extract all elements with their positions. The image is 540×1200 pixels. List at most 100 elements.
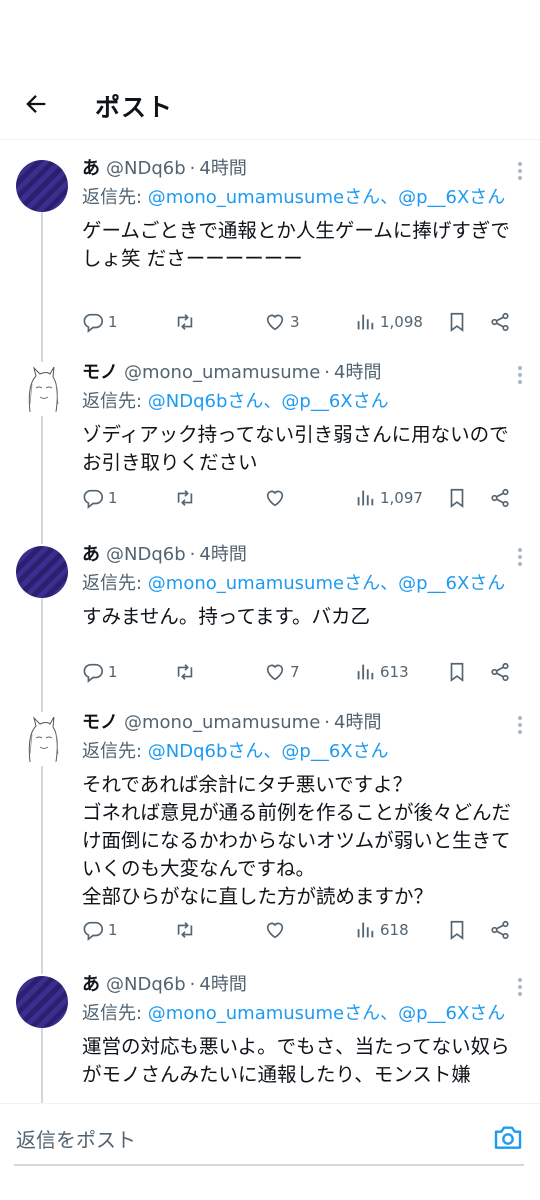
camera-icon	[494, 1126, 522, 1149]
reply-count: 1	[108, 921, 118, 939]
views-button[interactable]: 1,097	[354, 485, 423, 511]
share-button[interactable]	[489, 309, 511, 335]
like-button[interactable]: 7	[264, 659, 300, 685]
reply-compose-bar: 返信をポスト	[0, 1103, 540, 1200]
reply-icon	[83, 313, 103, 333]
author-handle[interactable]: @mono_umamusume	[124, 360, 320, 386]
reply-prefix: 返信先:	[82, 573, 148, 594]
retweet-button[interactable]	[174, 659, 196, 685]
reply-count: 1	[108, 489, 118, 507]
views-button[interactable]: 1,098	[354, 309, 423, 335]
reply-prefix: 返信先:	[82, 187, 148, 208]
bookmark-icon	[450, 488, 464, 508]
like-button[interactable]	[264, 917, 286, 943]
bookmark-button[interactable]	[446, 659, 468, 685]
reply-button[interactable]: 1	[82, 659, 118, 685]
tweet[interactable]: モノ @mono_umamusume · 4時間 返信先: @NDq6bさん、@p__…	[0, 345, 540, 527]
timestamp[interactable]: 4時間	[199, 156, 246, 182]
author-name[interactable]: モノ	[82, 710, 118, 736]
tweet[interactable]: あ @NDq6b · 4時間 返信先: @mono_umamusumeさん、@p__6…	[0, 141, 540, 345]
views-icon	[357, 490, 374, 506]
share-icon	[491, 312, 509, 332]
compose-underline	[14, 1164, 524, 1166]
avatar[interactable]	[16, 160, 68, 212]
tweet-text: それであれば余計にタチ悪いですよ？ ゴネれば意見が通る前例を作ることが後々どんだ…	[82, 773, 512, 908]
like-button[interactable]: 3	[264, 309, 300, 335]
thread-line	[41, 598, 43, 695]
like-button[interactable]	[264, 485, 286, 511]
like-count: 3	[290, 313, 300, 331]
like-icon	[266, 922, 284, 939]
author-handle[interactable]: @mono_umamusume	[124, 710, 320, 736]
avatar[interactable]	[16, 546, 68, 598]
timestamp[interactable]: 4時間	[199, 972, 246, 998]
tweet-text: すみません。持ってます。バカ乙	[82, 605, 371, 628]
bookmark-icon	[450, 662, 464, 682]
reply-context: 返信先: @NDq6bさん、@p__6Xさん	[82, 738, 526, 765]
reply-mentions[interactable]: @mono_umamusumeさん、@p__6Xさん	[148, 187, 506, 208]
views-count: 618	[380, 921, 409, 939]
views-count: 1,097	[380, 489, 423, 507]
bookmark-icon	[450, 920, 464, 940]
retweet-icon	[177, 922, 193, 938]
reply-prefix: 返信先:	[82, 1003, 148, 1024]
reply-prefix: 返信先:	[82, 741, 148, 762]
reply-icon	[83, 489, 103, 509]
reply-context: 返信先: @NDq6bさん、@p__6Xさん	[82, 388, 526, 415]
avatar[interactable]	[16, 364, 68, 416]
reply-button[interactable]: 1	[82, 917, 118, 943]
author-name[interactable]: あ	[82, 972, 100, 998]
views-button[interactable]: 618	[354, 917, 409, 943]
share-button[interactable]	[489, 659, 511, 685]
reply-mentions[interactable]: @NDq6bさん、@p__6Xさん	[148, 391, 389, 412]
avatar[interactable]	[16, 714, 68, 766]
retweet-icon	[177, 314, 193, 330]
thread-line	[41, 527, 43, 544]
reply-button[interactable]: 1	[82, 485, 118, 511]
action-bar: 1 3 1,098	[82, 309, 518, 335]
bookmark-button[interactable]	[446, 485, 468, 511]
author-name[interactable]: モノ	[82, 360, 118, 386]
share-button[interactable]	[489, 917, 511, 943]
tweet-text: 運営の対応も悪いよ。でもさ、当たってない奴らがモノさんみたいに通報したり、モンス…	[82, 1035, 510, 1086]
timestamp[interactable]: 4時間	[334, 710, 381, 736]
retweet-icon	[177, 490, 193, 506]
author-handle[interactable]: @NDq6b	[106, 156, 186, 182]
reply-input[interactable]: 返信をポスト	[16, 1124, 416, 1152]
views-icon	[357, 664, 374, 680]
thread-line	[41, 1028, 43, 1103]
share-button[interactable]	[489, 485, 511, 511]
timestamp[interactable]: 4時間	[199, 542, 246, 568]
reply-count: 1	[108, 663, 118, 681]
tweet[interactable]: モノ @mono_umamusume · 4時間 返信先: @NDq6bさん、@p__…	[0, 695, 540, 957]
author-name[interactable]: あ	[82, 156, 100, 182]
retweet-button[interactable]	[174, 917, 196, 943]
reply-prefix: 返信先:	[82, 391, 148, 412]
avatar-illustration	[28, 716, 59, 763]
author-handle[interactable]: @NDq6b	[106, 542, 186, 568]
back-arrow-icon	[26, 95, 46, 113]
tweet[interactable]: あ @NDq6b · 4時間 返信先: @mono_umamusumeさん、@p__6…	[0, 527, 540, 695]
reply-button[interactable]: 1	[82, 309, 118, 335]
bookmark-button[interactable]	[446, 309, 468, 335]
reply-context: 返信先: @mono_umamusumeさん、@p__6Xさん	[82, 1000, 526, 1027]
timestamp[interactable]: 4時間	[334, 360, 381, 386]
views-button[interactable]: 613	[354, 659, 409, 685]
tweet[interactable]: あ @NDq6b · 4時間 返信先: @mono_umamusumeさん、@p__6…	[0, 957, 540, 1103]
share-icon	[491, 488, 509, 508]
thread: あ @NDq6b · 4時間 返信先: @mono_umamusumeさん、@p__6…	[0, 141, 540, 1103]
back-button[interactable]	[16, 84, 56, 124]
author-name[interactable]: あ	[82, 542, 100, 568]
like-icon	[266, 664, 284, 681]
camera-button[interactable]	[492, 1121, 524, 1153]
reply-mentions[interactable]: @NDq6bさん、@p__6Xさん	[148, 741, 389, 762]
author-handle[interactable]: @NDq6b	[106, 972, 186, 998]
reply-mentions[interactable]: @mono_umamusumeさん、@p__6Xさん	[148, 573, 506, 594]
reply-icon	[83, 663, 103, 683]
retweet-button[interactable]	[174, 485, 196, 511]
avatar-illustration	[28, 366, 59, 413]
retweet-button[interactable]	[174, 309, 196, 335]
bookmark-button[interactable]	[446, 917, 468, 943]
reply-mentions[interactable]: @mono_umamusumeさん、@p__6Xさん	[148, 1003, 506, 1024]
avatar[interactable]	[16, 976, 68, 1028]
